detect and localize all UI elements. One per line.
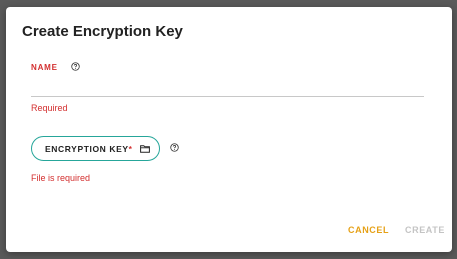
dialog-title: Create Encryption Key <box>22 23 183 40</box>
name-input[interactable] <box>31 79 424 97</box>
cancel-button[interactable]: CANCEL <box>348 225 389 235</box>
required-marker: * <box>128 143 133 154</box>
create-encryption-key-dialog: Create Encryption Key NAME Required ENCR… <box>6 7 452 252</box>
help-icon[interactable] <box>170 143 179 152</box>
create-button: CREATE <box>405 225 445 235</box>
file-error-message: File is required <box>31 173 91 183</box>
name-error-message: Required <box>31 103 68 113</box>
help-icon[interactable] <box>71 62 80 71</box>
encryption-key-upload-button[interactable]: ENCRYPTION KEY * <box>31 136 160 161</box>
encryption-key-button-label: ENCRYPTION KEY <box>45 143 129 154</box>
name-label: NAME <box>31 63 58 72</box>
folder-icon <box>139 144 150 153</box>
